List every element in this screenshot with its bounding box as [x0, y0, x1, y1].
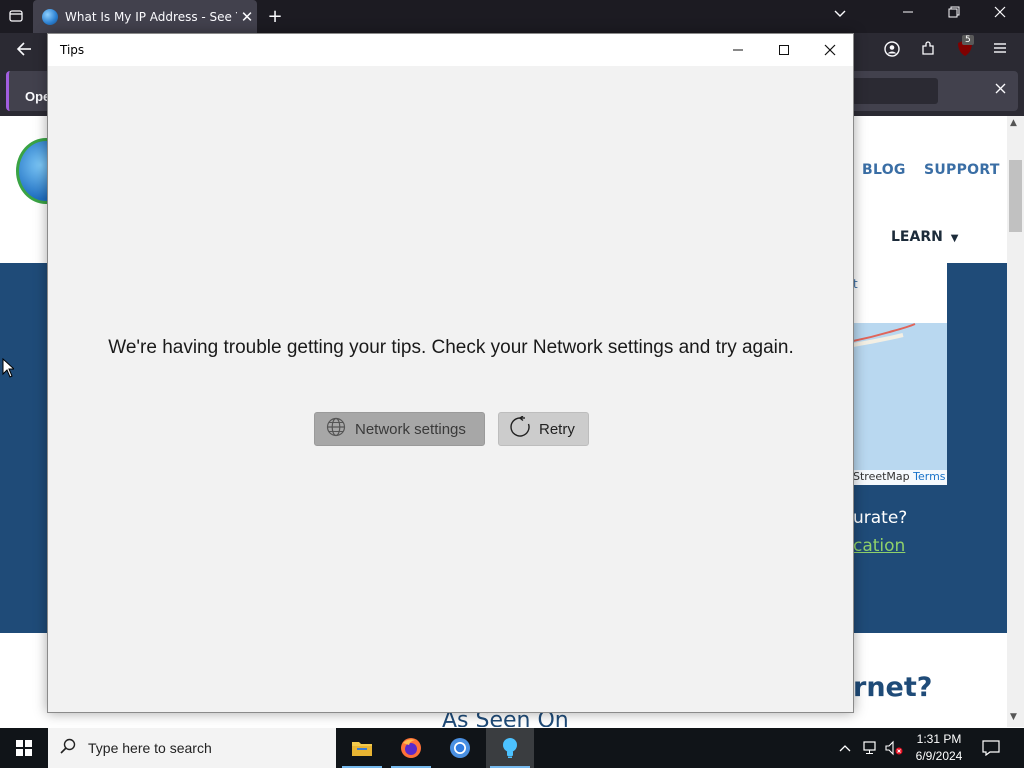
notification-field: [852, 78, 938, 104]
learn-dropdown: t: [853, 263, 947, 323]
network-icon: [863, 741, 876, 754]
taskbar-clock[interactable]: 1:31 PM 6/9/2024: [904, 731, 974, 765]
notification-icon: [982, 740, 1000, 756]
close-icon: [824, 44, 836, 56]
extensions-icon[interactable]: [918, 40, 938, 60]
dialog-title-bar[interactable]: Tips: [48, 34, 853, 66]
network-tray[interactable]: [862, 728, 880, 768]
volume-tray[interactable]: [884, 728, 904, 768]
dialog-title: Tips: [60, 43, 85, 57]
mouse-cursor-icon: [2, 358, 14, 378]
close-button[interactable]: [807, 34, 853, 66]
notification-close-icon[interactable]: [990, 82, 1010, 98]
minimize-button[interactable]: [715, 34, 761, 66]
clock-time: 1:31 PM: [916, 732, 962, 746]
maximize-button[interactable]: [761, 34, 807, 66]
minimize-icon: [733, 49, 743, 51]
show-hidden-icons[interactable]: [838, 728, 852, 768]
tab-list-icon[interactable]: [6, 8, 26, 28]
volume-muted-icon: [885, 740, 903, 756]
tab-title: What Is My IP Address - See Your: [65, 9, 237, 24]
taskbar: Type here to search 1:31 PM 6/9/2024: [0, 728, 1024, 768]
nav-support-link[interactable]: SUPPORT: [924, 162, 1000, 178]
scrollbar-thumb[interactable]: [1009, 160, 1022, 232]
section-heading: rnet?: [853, 672, 933, 703]
browser-tab-bar: What Is My IP Address - See Your ✕ +: [0, 0, 1024, 33]
close-browser-icon[interactable]: [990, 6, 1010, 22]
nav-learn-menu[interactable]: LEARN ▼: [891, 229, 958, 245]
extension-badge: 5: [962, 35, 974, 45]
map-terms-link[interactable]: Terms: [913, 470, 945, 483]
scroll-up-icon[interactable]: ▲: [1010, 118, 1017, 128]
chevron-up-icon: [839, 745, 851, 752]
page-scrollbar[interactable]: ▲ ▼: [1007, 116, 1024, 727]
accuracy-question: urate?: [853, 508, 908, 528]
tips-dialog: Tips We're having trouble getting your t…: [47, 33, 854, 713]
maximize-icon: [779, 45, 789, 55]
error-message: We're having trouble getting your tips. …: [108, 337, 794, 358]
chrome-app[interactable]: [436, 728, 484, 768]
minimize-browser-icon[interactable]: [898, 6, 918, 22]
lightbulb-icon: [503, 738, 517, 758]
map-coastline-icon: [852, 323, 916, 347]
nav-learn-label: LEARN: [891, 229, 943, 245]
taskbar-search-box[interactable]: Type here to search: [48, 728, 336, 768]
back-arrow-icon[interactable]: [14, 41, 34, 61]
new-tab-button[interactable]: +: [265, 6, 285, 27]
tab-close-icon[interactable]: ✕: [237, 8, 257, 26]
start-button[interactable]: [0, 728, 48, 768]
caret-down-icon: ▼: [950, 233, 959, 244]
search-icon: [48, 738, 88, 759]
retry-button[interactable]: Retry: [498, 412, 589, 446]
network-settings-button[interactable]: Network settings: [314, 412, 485, 446]
ublock-shield-icon[interactable]: 5: [954, 35, 976, 61]
map-attribution-text: StreetMap: [853, 470, 910, 483]
retry-label: Retry: [539, 420, 575, 438]
location-map[interactable]: [852, 323, 947, 485]
scroll-down-icon[interactable]: ▼: [1010, 712, 1017, 722]
windows-logo-icon: [16, 740, 32, 756]
refresh-icon: [509, 414, 531, 443]
action-center-button[interactable]: [982, 728, 1000, 768]
menu-icon[interactable]: [990, 41, 1010, 59]
clock-date: 6/9/2024: [915, 749, 963, 763]
chevron-down-icon[interactable]: [830, 7, 850, 25]
map-attribution: StreetMap Terms: [853, 470, 947, 485]
network-settings-label: Network settings: [355, 420, 466, 438]
update-location-link[interactable]: cation: [853, 536, 905, 556]
nav-blog-link[interactable]: BLOG: [862, 162, 906, 178]
firefox-app[interactable]: [387, 728, 435, 768]
search-placeholder: Type here to search: [88, 740, 212, 756]
restore-browser-icon[interactable]: [944, 6, 964, 22]
tips-app[interactable]: [486, 728, 534, 768]
file-explorer-app[interactable]: [338, 728, 386, 768]
browser-tab[interactable]: What Is My IP Address - See Your ✕: [33, 0, 257, 33]
folder-icon: [352, 742, 372, 756]
firefox-icon: [401, 738, 421, 758]
globe-icon: [325, 417, 347, 442]
globe-icon: [42, 8, 58, 25]
chrome-icon: [450, 738, 470, 758]
account-icon[interactable]: [882, 41, 902, 61]
